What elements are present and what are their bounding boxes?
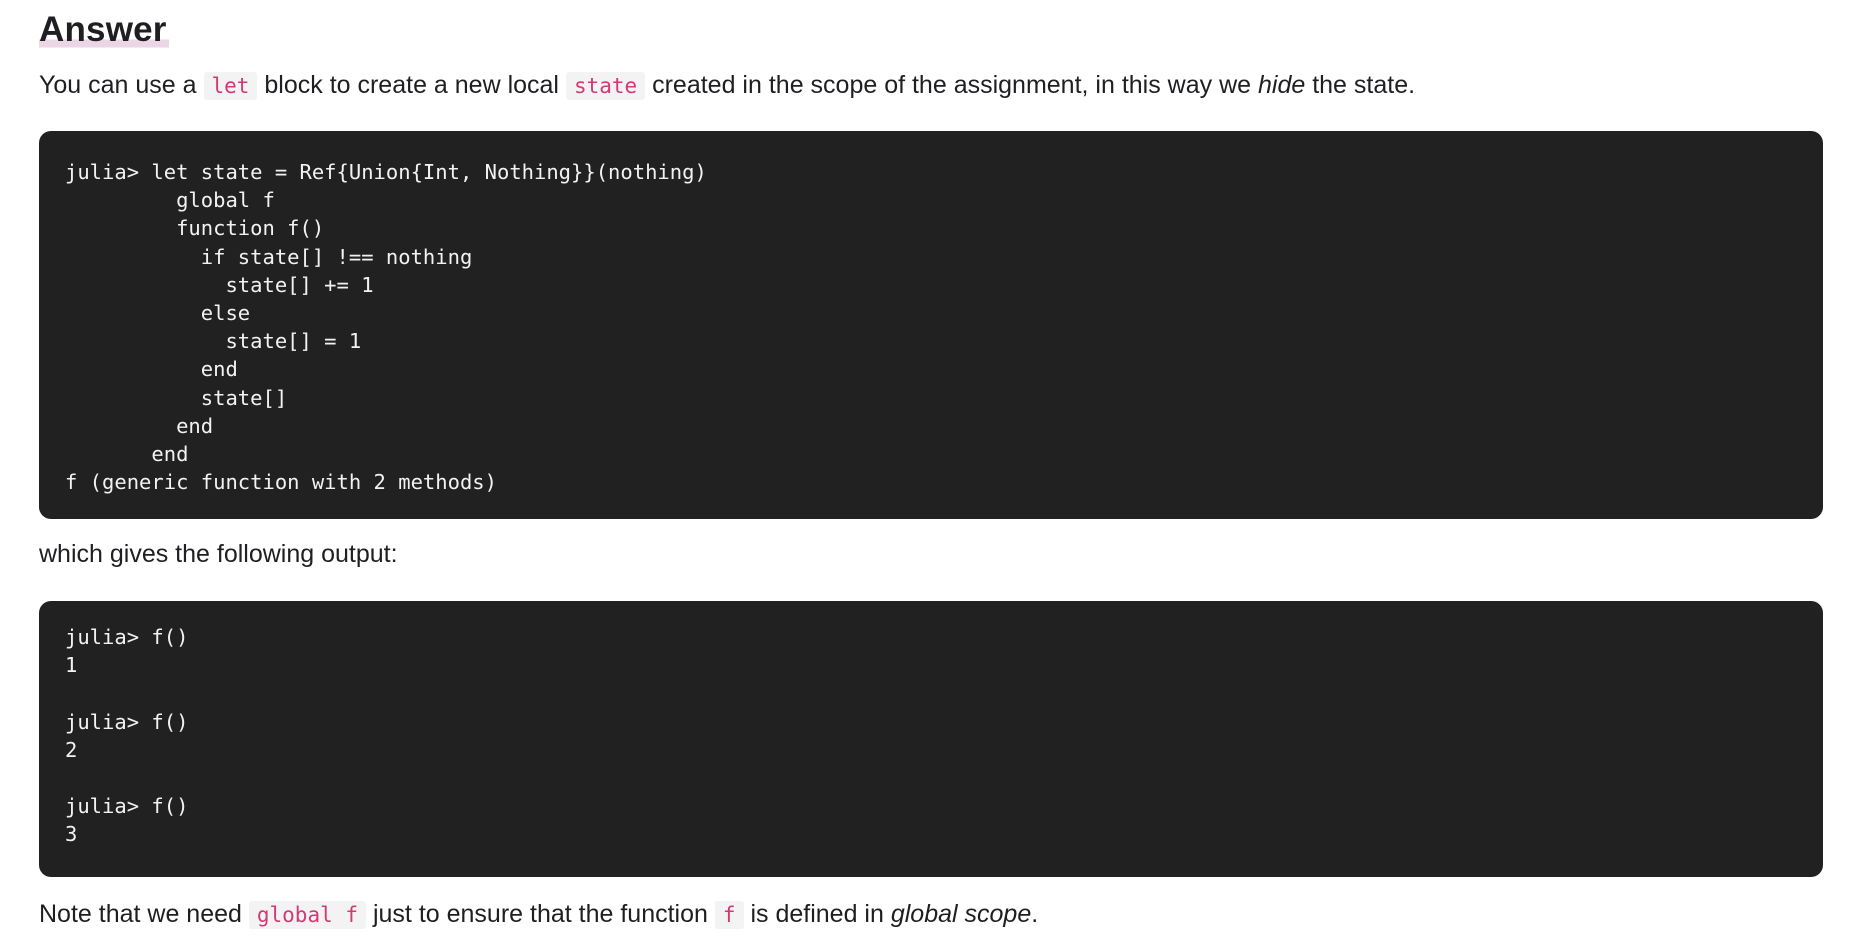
emphasis-hide: hide xyxy=(1258,71,1306,99)
inline-code-f: f xyxy=(714,901,744,929)
intro-paragraph: You can use a let block to create a new … xyxy=(39,68,1415,103)
code-block-text[interactable]: julia> let state = Ref{Union{Int, Nothin… xyxy=(65,158,707,496)
text: block to create a new local xyxy=(257,71,566,99)
code-block-output[interactable]: julia> f() 1 julia> f() 2 julia> f() 3 xyxy=(39,601,1823,877)
inline-code-global-f: global f xyxy=(248,901,367,929)
text: . xyxy=(1031,900,1039,928)
text: Note that we need xyxy=(39,900,249,928)
text: is defined in xyxy=(743,900,891,928)
answer-heading: Answer xyxy=(39,8,169,52)
text: just to ensure that the function xyxy=(366,900,715,928)
inline-code-state: state xyxy=(565,72,646,100)
note-paragraph: Note that we need global f just to ensur… xyxy=(39,897,1038,932)
output-paragraph: which gives the following output: xyxy=(39,540,398,568)
text: You can use a xyxy=(39,71,204,99)
text: created in the scope of the assignment, … xyxy=(645,71,1258,99)
text: the state. xyxy=(1305,71,1416,99)
code-block-text[interactable]: julia> f() 1 julia> f() 2 julia> f() 3 xyxy=(65,623,188,849)
inline-code-let: let xyxy=(203,72,258,100)
emphasis-global-scope: global scope xyxy=(890,900,1032,928)
code-block-definition[interactable]: julia> let state = Ref{Union{Int, Nothin… xyxy=(39,131,1823,519)
